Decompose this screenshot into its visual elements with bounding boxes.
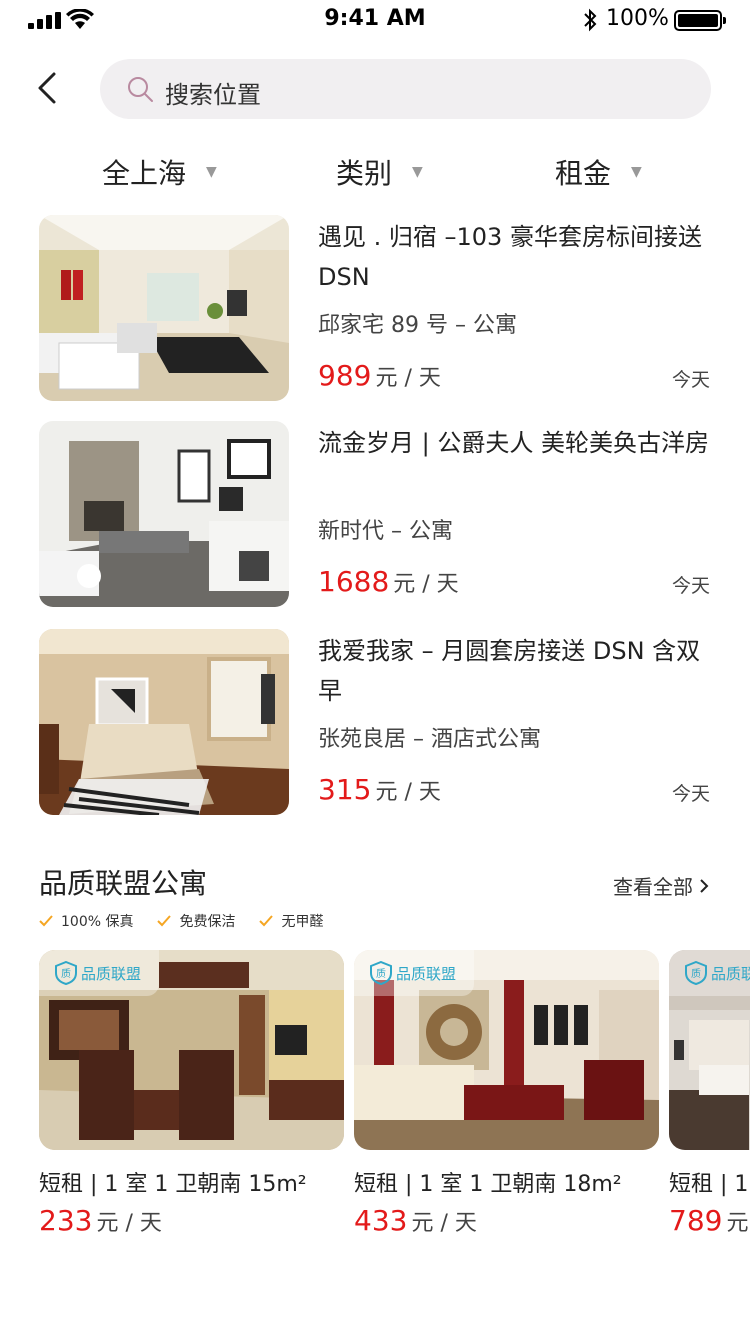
quality-badge: 质 品质联盟: [669, 950, 750, 996]
price-value: 789: [669, 1204, 723, 1237]
card-photo: 质 品质联盟: [354, 950, 659, 1150]
listing-photo: [39, 629, 289, 815]
price-unit: 元: [726, 1211, 749, 1236]
view-all-link[interactable]: 查看全部: [613, 871, 709, 900]
listing-photo: [39, 215, 289, 401]
listing-price: 989 元 / 天: [318, 359, 441, 392]
price-value: 989: [318, 359, 372, 392]
card-title: 短租 | 1 室 1 卫朝南 18m²: [354, 1172, 622, 1197]
listing-photo: [39, 421, 289, 607]
quality-badge: 质 品质联盟: [39, 950, 159, 996]
filter-label: 类别: [336, 157, 393, 190]
check-icon: [259, 915, 274, 927]
card-price: 433 元 / 天: [354, 1204, 659, 1237]
badge-label: 品质联盟: [711, 964, 750, 983]
bluetooth-icon: [584, 8, 597, 32]
price-value: 315: [318, 773, 372, 806]
chevron-right-icon: [700, 878, 709, 893]
check-icon: [157, 915, 172, 927]
search-input[interactable]: 搜索位置: [100, 59, 711, 119]
price-unit: 元 / 天: [411, 1211, 477, 1236]
badge-label: 品质联盟: [81, 964, 142, 983]
price-unit: 元 / 天: [375, 366, 441, 391]
listing-item[interactable]: 流金岁月 | 公爵夫人 美轮美奂古洋房 新时代 – 公寓 1688 元 / 天 今…: [39, 421, 711, 607]
shield-icon: 质: [55, 961, 77, 985]
feature-item: 免费保洁: [157, 911, 235, 931]
filter-label: 全上海: [102, 157, 187, 190]
status-bar: 9:41 AM 100%: [0, 0, 750, 40]
filter-region[interactable]: 全上海 ▼: [102, 152, 217, 192]
feature-item: 无甲醛: [259, 911, 323, 931]
listing-address: 邱家宅 89 号 – 公寓: [318, 313, 517, 338]
badge-label: 品质联盟: [396, 964, 457, 983]
search-icon: [128, 77, 153, 102]
listing-date: 今天: [671, 575, 710, 597]
listing-title: 遇见 . 归宿 –103 豪华套房标间接送 DSN: [318, 223, 702, 291]
apartment-card[interactable]: 质 品质联盟 短租 | 1 室 1 卫朝南 15m² 233 元 / 天: [39, 950, 344, 1237]
listing-item[interactable]: 遇见 . 归宿 –103 豪华套房标间接送 DSN 邱家宅 89 号 – 公寓 …: [39, 215, 711, 401]
card-photo: 质 品质联盟: [39, 950, 344, 1150]
feature-item: 100% 保真: [39, 911, 133, 931]
caret-down-icon: ▼: [412, 164, 423, 180]
check-icon: [39, 915, 53, 927]
shield-icon: 质: [685, 961, 707, 985]
price-unit: 元 / 天: [96, 1211, 162, 1236]
feature-list: 100% 保真 免费保洁 无甲醛: [39, 911, 323, 931]
shield-icon: 质: [370, 961, 392, 985]
quality-badge: 质 品质联盟: [354, 950, 474, 996]
listing-address: 新时代 – 公寓: [318, 519, 453, 544]
listing-title: 流金岁月 | 公爵夫人 美轮美奂古洋房: [318, 429, 709, 457]
card-title: 短租 | 1: [669, 1172, 749, 1197]
feature-label: 无甲醛: [281, 914, 324, 930]
battery-icon: [674, 10, 726, 31]
card-photo: 质 品质联盟: [669, 950, 750, 1150]
view-all-label: 查看全部: [613, 875, 693, 899]
search-placeholder: 搜索位置: [165, 81, 261, 109]
listing-item[interactable]: 我爱我家 – 月圆套房接送 DSN 含双早 张苑良居 – 酒店式公寓 315 元 …: [39, 629, 711, 815]
listing-title: 我爱我家 – 月圆套房接送 DSN 含双早: [318, 637, 701, 705]
price-value: 1688: [318, 565, 390, 598]
caret-down-icon: ▼: [206, 164, 217, 180]
apartment-card[interactable]: 质 品质联盟 短租 | 1 室 1 卫朝南 18m² 433 元 / 天: [354, 950, 659, 1237]
price-value: 433: [354, 1204, 408, 1237]
listing-address: 张苑良居 – 酒店式公寓: [318, 727, 541, 752]
section-title: 品质联盟公寓: [39, 867, 208, 900]
filter-rent[interactable]: 租金 ▼: [555, 152, 642, 192]
card-title: 短租 | 1 室 1 卫朝南 15m²: [39, 1172, 307, 1197]
svg-text:质: 质: [691, 968, 701, 980]
listing-date: 今天: [671, 783, 710, 805]
price-unit: 元 / 天: [375, 780, 441, 805]
filter-label: 租金: [555, 157, 612, 190]
listing-price: 315 元 / 天: [318, 773, 441, 806]
card-price: 789 元: [669, 1204, 750, 1237]
back-button[interactable]: [30, 68, 70, 112]
card-price: 233 元 / 天: [39, 1204, 344, 1237]
listing-price: 1688 元 / 天: [318, 565, 459, 598]
price-unit: 元 / 天: [393, 572, 459, 597]
apartment-card[interactable]: 质 品质联盟 短租 | 1 789元: [669, 950, 750, 1237]
price-value: 233: [39, 1204, 93, 1237]
listing-date: 今天: [671, 369, 710, 391]
caret-down-icon: ▼: [631, 164, 642, 180]
feature-label: 100% 保真: [61, 914, 134, 930]
filter-category[interactable]: 类别 ▼: [336, 152, 423, 192]
svg-text:质: 质: [61, 968, 71, 980]
feature-label: 免费保洁: [179, 914, 236, 930]
svg-text:质: 质: [376, 968, 386, 980]
battery-percent: 100%: [606, 6, 669, 31]
